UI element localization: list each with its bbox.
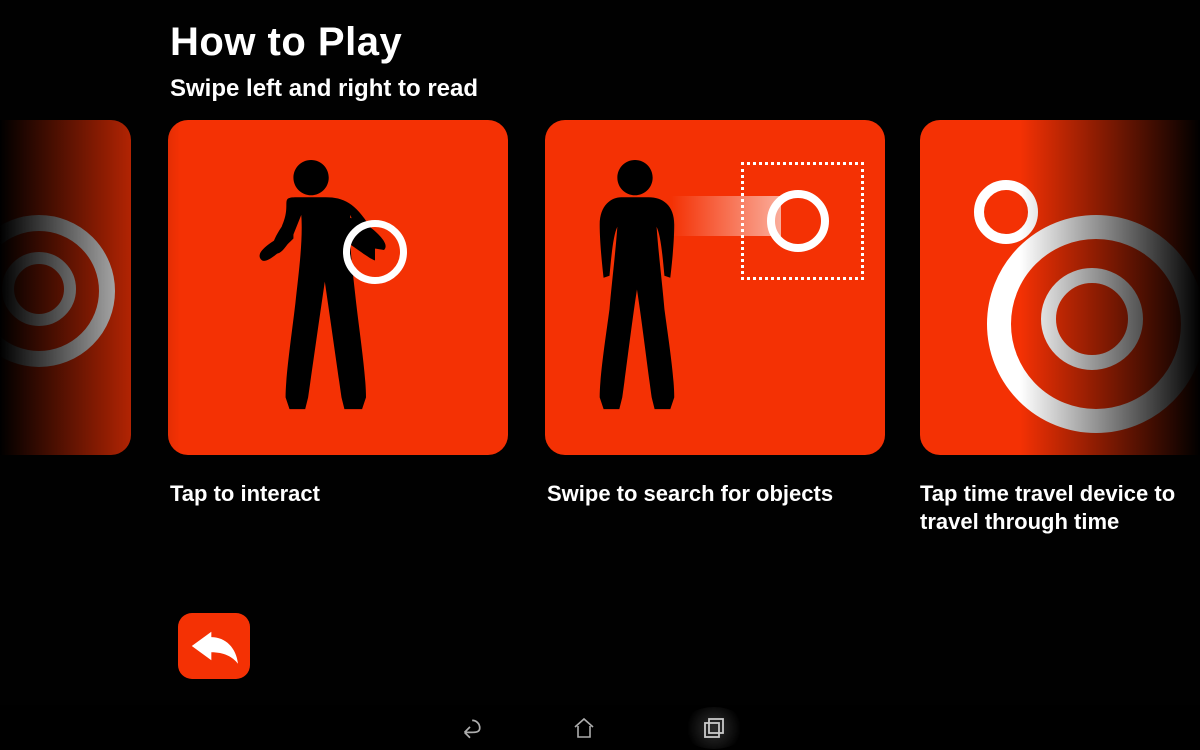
system-navbar: [0, 705, 1200, 750]
tutorial-caption: Tap time travel device to travel through…: [920, 480, 1200, 535]
person-silhouette-icon: [255, 160, 375, 415]
device-small-ring-icon: [974, 180, 1038, 244]
tutorial-caption: Swipe to search for objects: [547, 480, 897, 508]
ring-icon: [2, 252, 76, 326]
reply-arrow-icon: [190, 626, 238, 666]
home-icon: [572, 716, 596, 740]
motion-blur-icon: [671, 196, 781, 236]
tutorial-caption: Tap to interact: [170, 480, 520, 508]
circle-target-icon: [343, 220, 407, 284]
recent-apps-icon: [702, 716, 726, 740]
page-title: How to Play: [170, 20, 478, 65]
back-icon: [457, 715, 483, 741]
tutorial-card[interactable]: [0, 120, 131, 455]
circle-target-icon: [767, 190, 829, 252]
back-button[interactable]: [178, 613, 250, 679]
nav-home-button[interactable]: [567, 711, 601, 745]
tutorial-carousel[interactable]: Tap to interact Swipe to search for obje…: [0, 120, 1200, 560]
page-subtitle: Swipe left and right to read: [170, 75, 478, 103]
tutorial-card[interactable]: [168, 120, 508, 455]
nav-recent-button[interactable]: [681, 707, 747, 749]
device-inner-ring-icon: [1041, 268, 1143, 370]
tutorial-card[interactable]: [920, 120, 1200, 455]
tutorial-card[interactable]: [545, 120, 885, 455]
nav-back-button[interactable]: [453, 711, 487, 745]
